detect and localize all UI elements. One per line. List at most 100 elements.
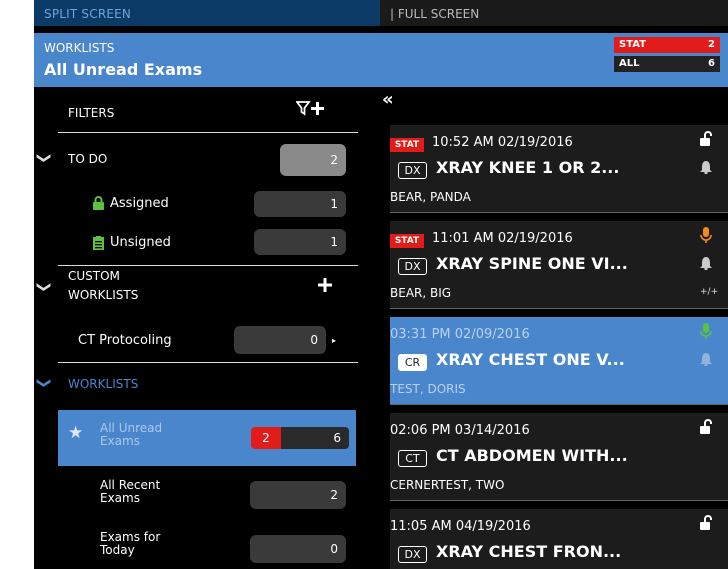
mic-svg [700,323,712,339]
ct-protocoling-count-pill: 0 [234,326,326,354]
exam-card[interactable]: STAT 11:01 AM 02/19/2016 DX XRAY SPINE O… [390,221,728,309]
exam-description: CT ABDOMEN WITH... [436,446,628,465]
all-unread-count-pill: 2 6 [251,427,349,449]
clipboard-svg [93,236,104,250]
stat-count: 2 [251,427,281,449]
exam-description: XRAY SPINE ONE VI... [436,254,628,273]
modality-badge: DX [398,258,427,275]
worklist-header: WORKLISTS All Unread Exams STAT 2 ALL 6 [34,33,728,87]
exams-today-count-pill: 0 [250,535,346,563]
lock-icon [93,195,104,210]
exam-card[interactable]: 11:05 AM 04/19/2016 DX XRAY CHEST FRON..… [390,509,728,569]
full-screen-button[interactable]: | FULL SCREEN [380,0,479,26]
sidebar-item-all-unread-exams[interactable]: ★ All Unread Exams 2 6 [58,410,356,466]
page-title: All Unread Exams [44,60,203,79]
exam-card[interactable]: 02:06 PM 03/14/2016 CT CT ABDOMEN WITH..… [390,413,728,501]
bell-icon[interactable] [700,161,712,178]
collapse-panel-icon[interactable]: « [382,89,394,110]
patient-name: CERNERTEST, TWO [390,478,505,492]
stat-count-value: 2 [708,39,715,50]
plus-icon[interactable] [318,277,332,296]
modality-badge: DX [398,546,427,563]
view-mode-bar: SPLIT SCREEN | FULL SCREEN [34,0,728,26]
app-window: SPLIT SCREEN | FULL SCREEN WORKLISTS All… [34,0,728,569]
chevron-down-icon[interactable]: ❯ [36,377,52,389]
exam-card[interactable]: STAT 10:52 AM 02/19/2016 DX XRAY KNEE 1 … [390,125,728,213]
patient-name: BEAR, PANDA [390,190,471,204]
exam-description: XRAY CHEST FRON... [436,542,622,561]
modality-badge: DX [398,162,427,179]
exam-counts: STAT 2 ALL 6 [614,37,720,75]
todo-section-label[interactable]: TO DO [68,152,107,166]
exam-time: 03:31 PM 02/09/2016 [390,327,530,342]
custom-worklists-label[interactable]: CUSTOM WORKLISTS [68,270,138,302]
all-count-badge: ALL 6 [614,56,720,72]
unsigned-count-pill: 1 [254,229,346,255]
todo-count-pill: 2 [280,144,346,176]
unlock-svg [700,419,712,434]
split-screen-button[interactable]: SPLIT SCREEN [34,0,380,26]
all-count-value: 6 [708,58,715,69]
filter-add-svg [295,101,324,116]
header-subtitle: WORKLISTS [44,41,115,55]
exam-time: 11:01 AM 02/19/2016 [432,231,573,246]
bell-svg [700,257,712,270]
unlock-icon[interactable] [700,515,712,535]
custom-worklists-line1: CUSTOM [68,269,120,283]
mic-svg [700,227,712,243]
worklists-section-label[interactable]: WORKLISTS [68,377,138,391]
modality-badge: CR [398,354,427,371]
caret-right-icon[interactable]: ▸ [332,336,336,345]
modality-badge: CT [398,450,427,467]
lock-svg [93,196,104,210]
patient-name: BEAR, BIG [390,286,452,300]
divider [58,265,358,266]
plus-svg [318,278,332,292]
clipboard-icon [93,235,104,250]
stat-badge: STAT [390,138,424,152]
all-recent-line2: Exams [100,491,140,505]
patient-name: TEST, DORIS [390,382,466,396]
filters-panel: FILTERS ❯ TO DO 2 Assigned 1 Unsigned 1 … [34,87,380,569]
star-icon[interactable]: ★ [68,423,83,443]
sidebar-item-unsigned[interactable]: Unsigned [110,235,171,250]
all-count-label: ALL [619,58,640,69]
sidebar-item-all-recent-exams[interactable]: All Recent Exams [100,479,160,505]
stat-count-badge: STAT 2 [614,37,720,53]
exam-list-panel: « STAT 10:52 AM 02/19/2016 DX XRAY KNEE … [380,87,728,569]
exam-time: 02:06 PM 03/14/2016 [390,423,530,438]
exams-today-line2: Today [100,543,135,557]
exam-time: 11:05 AM 04/19/2016 [390,519,531,534]
total-count: 6 [281,427,349,449]
exam-description: XRAY CHEST ONE V... [436,350,625,369]
assigned-count-pill: 1 [254,191,346,217]
bell-icon[interactable] [700,353,712,370]
divider [58,132,358,133]
plus-minus-indicator: +/+ [700,287,719,297]
bell-svg [700,353,712,366]
chevron-down-icon[interactable]: ❯ [36,152,52,164]
all-unread-exams-label: All Unread Exams [100,422,162,448]
filters-label: FILTERS [68,106,115,120]
stat-badge: STAT [390,234,424,248]
custom-worklists-line2: WORKLISTS [68,288,139,302]
sidebar-item-ct-protocoling[interactable]: CT Protocoling [78,333,172,348]
bell-icon[interactable] [700,257,712,274]
exam-description: XRAY KNEE 1 OR 2... [436,158,620,177]
sidebar-item-exams-for-today[interactable]: Exams for Today [100,531,160,557]
sidebar-item-assigned[interactable]: Assigned [110,196,169,211]
chevron-down-icon[interactable]: ❯ [36,281,52,293]
exam-time: 10:52 AM 02/19/2016 [432,135,573,150]
stat-count-label: STAT [619,39,647,50]
microphone-icon[interactable] [700,227,712,248]
bell-svg [700,161,712,174]
filter-add-icon[interactable] [295,100,326,121]
unlock-svg [700,515,712,530]
all-recent-count-pill: 2 [250,481,346,509]
unlock-svg [700,131,712,146]
exam-card-selected[interactable]: 03:31 PM 02/09/2016 CR XRAY CHEST ONE V.… [390,317,728,405]
unlock-icon[interactable] [700,419,712,439]
all-unread-line2: Exams [100,434,140,448]
unlock-icon[interactable] [700,131,712,151]
microphone-icon[interactable] [700,323,712,344]
